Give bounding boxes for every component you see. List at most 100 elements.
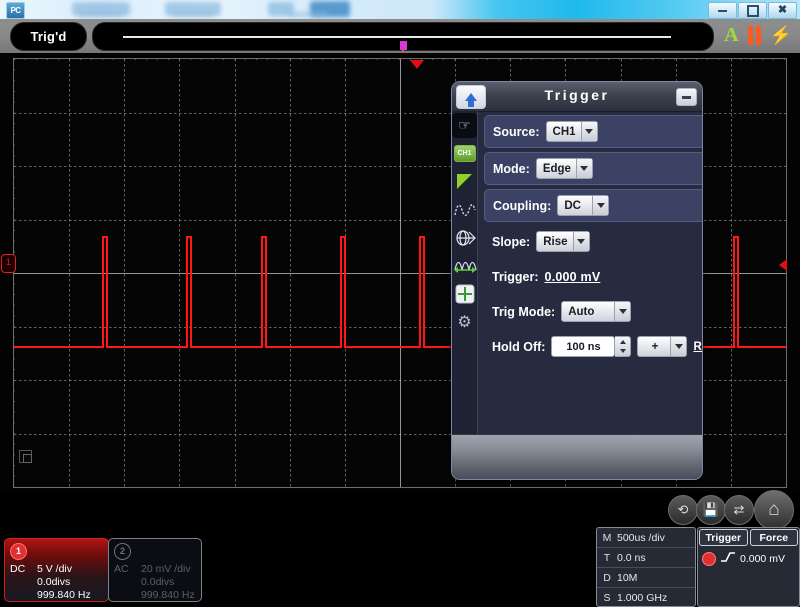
titlebar-blur-6 <box>172 12 214 17</box>
auto-icon[interactable]: A <box>724 25 738 45</box>
slope-label: Slope: <box>492 234 531 249</box>
titlebar-blur-5 <box>78 12 122 17</box>
dialog-tool-sidebar: ☞ CH1 ⚙ <box>452 111 478 435</box>
timebase-key: S <box>603 591 611 604</box>
sidebar-item-waveform-tool[interactable] <box>452 197 477 222</box>
timebase-row[interactable]: T 0.0 ns <box>597 548 695 568</box>
display-mode-icon[interactable] <box>19 450 32 463</box>
save-icon[interactable]: 💾 <box>696 495 726 525</box>
timebase-value: 1.000 GHz <box>617 591 668 604</box>
hold-off-field-row[interactable]: Hold Off: 100 ns + Reset <box>484 331 702 362</box>
channel-1-frequency: 999.840 Hz <box>37 589 91 601</box>
sidebar-item-cursor-tool[interactable] <box>452 281 477 306</box>
hold-off-stepper[interactable] <box>615 336 632 357</box>
sidebar-item-eye-diagram-tool[interactable] <box>452 225 477 250</box>
slope-field-row[interactable]: Slope: Rise <box>484 226 702 257</box>
hold-off-reset-link[interactable]: Reset <box>693 341 702 353</box>
force-button[interactable]: Force <box>749 529 798 546</box>
rising-edge-icon <box>720 551 736 566</box>
maximize-window-button[interactable] <box>738 2 767 19</box>
trigger-level-marker[interactable] <box>779 259 787 271</box>
ch1-ground-marker[interactable]: 1 <box>1 254 16 273</box>
sidebar-item-settings-tool[interactable]: ⚙ <box>452 309 477 334</box>
timebase-key: M <box>602 531 612 544</box>
dialog-minimize-button[interactable] <box>676 88 697 106</box>
trigger-level-label: Trigger: <box>492 269 539 284</box>
channel-2-values: 20 mV /div 0.0divs 999.840 Hz <box>141 563 195 602</box>
channel-1-badge[interactable]: 1 DC 5 V /div 0.0divs 999.840 Hz <box>4 538 109 602</box>
sidebar-item-trigger-tool[interactable] <box>452 169 477 194</box>
pause-icon[interactable] <box>747 25 761 45</box>
chevron-down-icon[interactable] <box>572 232 589 251</box>
sidebar-item-touch-tool[interactable]: ☞ <box>452 113 477 138</box>
window-controls: ✖ <box>707 2 797 19</box>
trigger-position-handle[interactable] <box>400 41 407 58</box>
close-icon: ✖ <box>777 4 788 16</box>
chevron-down-icon[interactable] <box>592 196 609 215</box>
app-logo: PC <box>6 2 25 19</box>
timebase-key: D <box>603 571 611 584</box>
hold-off-input[interactable]: 100 ns <box>551 336 616 357</box>
channel-1-offset: 0.0divs <box>37 576 71 588</box>
timebase-panel[interactable]: M 500us /div T 0.0 ns D 10M S 1.000 GHz <box>596 527 696 607</box>
channel-1-coupling: DC <box>10 563 26 575</box>
trigger-level-readout: 0.000 mV <box>698 547 799 566</box>
minimize-icon <box>682 95 691 99</box>
trigger-position-marker[interactable] <box>410 60 424 69</box>
channel-2-badge[interactable]: 2 AC 20 mV /div 0.0divs 999.840 Hz <box>108 538 202 602</box>
channel-2-coupling: AC <box>114 563 129 575</box>
chevron-down-icon[interactable] <box>614 302 631 321</box>
mode-select[interactable]: Edge <box>535 158 593 179</box>
hold-off-label: Hold Off: <box>492 339 546 354</box>
coupling-select[interactable]: DC <box>557 195 610 216</box>
channel-2-frequency: 999.840 Hz <box>141 589 195 601</box>
ch1-badge-icon: CH1 <box>453 145 476 162</box>
chevron-down-icon[interactable] <box>670 337 687 356</box>
trig-mode-field-row[interactable]: Trig Mode: Auto <box>484 296 702 327</box>
export-icon[interactable]: ⇄ <box>724 495 754 525</box>
source-select[interactable]: CH1 <box>545 121 598 142</box>
refresh-icon[interactable]: ⟲ <box>668 495 698 525</box>
bottom-right-toolbar: ⟲ 💾 ⇄ ⌂ <box>668 490 794 530</box>
home-icon[interactable]: ⌂ <box>754 490 794 530</box>
channel-2-number: 2 <box>114 543 131 560</box>
trigger-settings-fields: Source: CH1 Mode: Edge Coupling: DC Slop… <box>478 111 702 435</box>
timebase-row[interactable]: S 1.000 GHz <box>597 588 695 607</box>
trigger-button[interactable]: Trigger <box>699 529 748 546</box>
memory-track-line <box>123 36 671 38</box>
coupling-label: Coupling: <box>493 198 552 213</box>
source-label: Source: <box>493 124 540 139</box>
mode-label: Mode: <box>493 161 530 176</box>
slope-select[interactable]: Rise <box>536 231 590 252</box>
trigger-dialog-title: Trigger <box>544 87 610 103</box>
trigger-level-text: 0.000 mV <box>740 552 785 565</box>
chevron-down-icon[interactable] <box>580 122 597 141</box>
sidebar-item-channel-tool[interactable]: CH1 <box>452 141 477 166</box>
close-window-button[interactable]: ✖ <box>768 2 797 19</box>
trigger-level-value[interactable]: 0.000 mV <box>545 270 601 284</box>
hold-off-unit-select[interactable]: + <box>637 336 688 357</box>
trigger-dialog-footer <box>452 434 702 479</box>
minimize-window-button[interactable] <box>708 2 737 19</box>
chevron-down-icon[interactable] <box>575 159 592 178</box>
timebase-row[interactable]: D 10M <box>597 568 695 588</box>
sine-wave-icon <box>453 203 476 216</box>
timebase-row[interactable]: M 500us /div <box>597 528 695 548</box>
hold-off-unit-value: + <box>651 340 659 353</box>
channel-2-scale: 20 mV /div <box>141 563 191 575</box>
trigger-dialog-header: Trigger <box>452 82 702 112</box>
hand-pointer-icon: ☞ <box>458 117 471 133</box>
mode-field-row[interactable]: Mode: Edge <box>484 152 702 185</box>
sidebar-item-measure-tool[interactable] <box>452 253 477 278</box>
trigd-status[interactable]: Trig'd <box>10 22 87 51</box>
crosshair-cursor-icon <box>455 284 474 303</box>
maximize-icon <box>746 4 759 17</box>
trigger-level-field-row[interactable]: Trigger: 0.000 mV <box>484 261 702 292</box>
timebase-value: 0.0 ns <box>617 551 646 564</box>
source-field-row[interactable]: Source: CH1 <box>484 115 702 148</box>
coupling-field-row[interactable]: Coupling: DC <box>484 189 702 222</box>
trigger-dialog[interactable]: Trigger ☞ CH1 ⚙ Source: CH1 Mode: Edge C… <box>451 81 703 480</box>
channel-1-scale: 5 V /div <box>37 563 73 575</box>
bolt-icon[interactable]: ⚡ <box>770 25 792 45</box>
trig-mode-select[interactable]: Auto <box>561 301 632 322</box>
